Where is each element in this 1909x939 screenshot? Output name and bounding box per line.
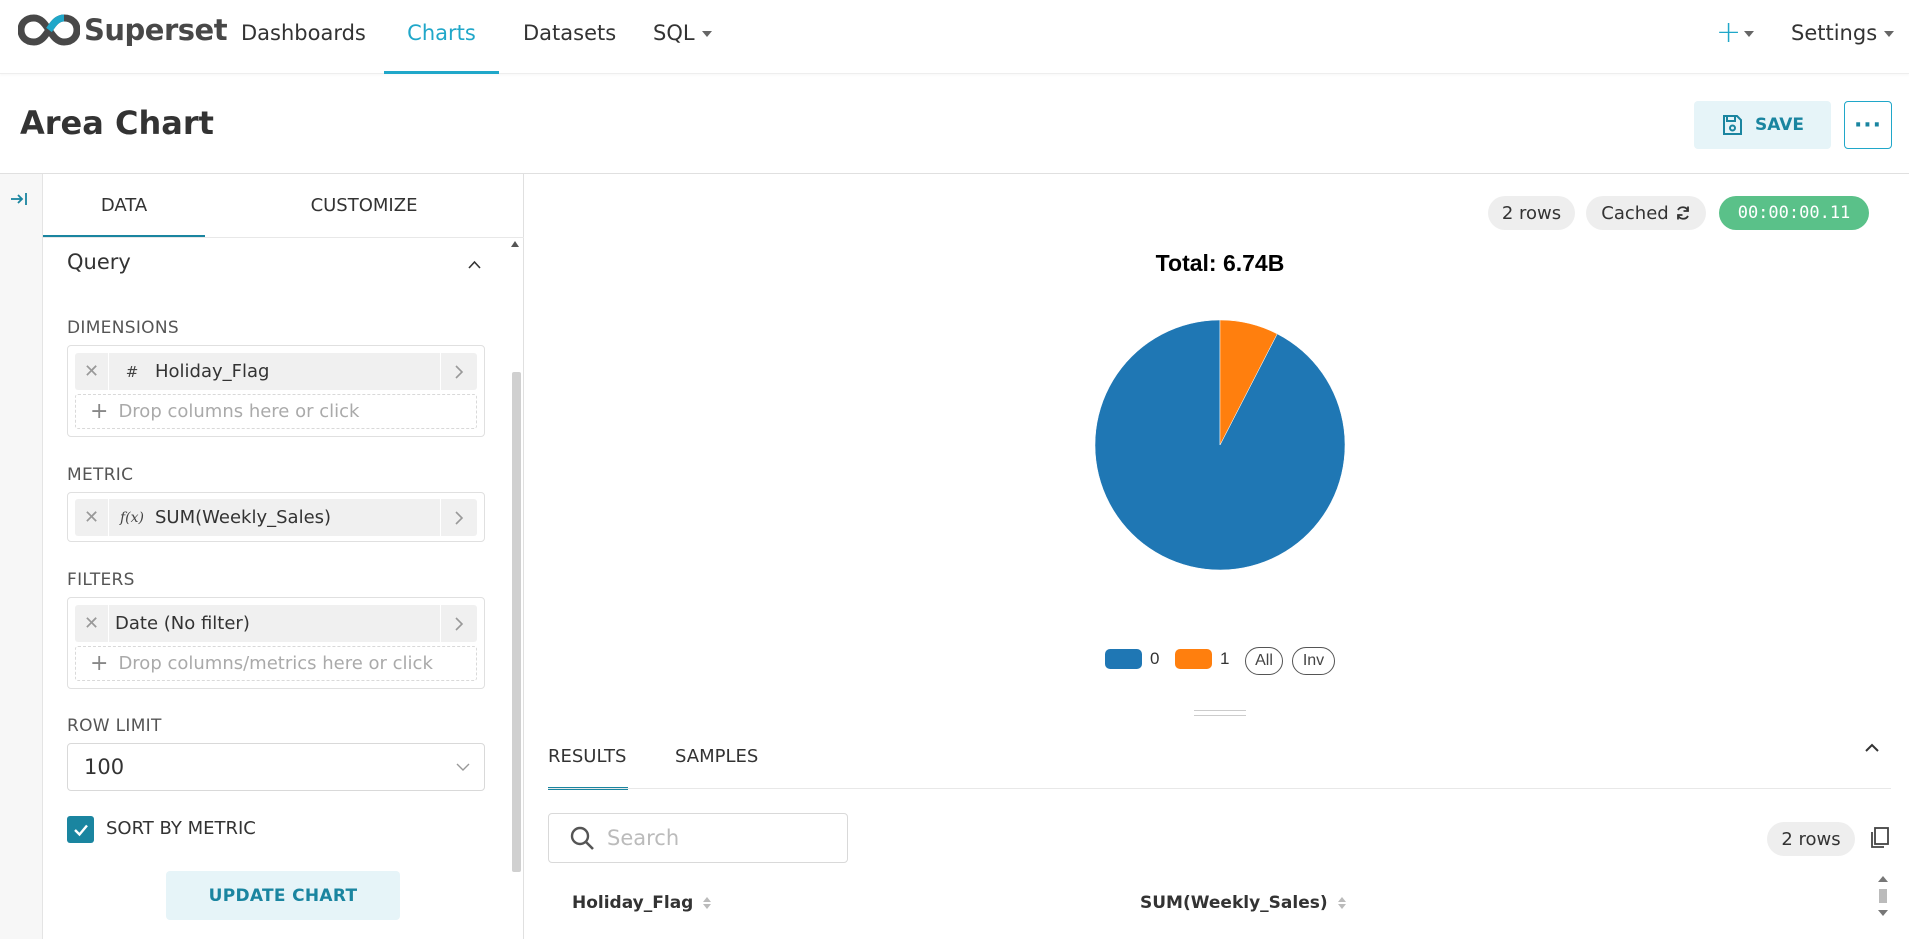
sort-icon [703, 897, 712, 909]
settings-label: Settings [1791, 21, 1878, 45]
plus-icon: + [1716, 15, 1742, 50]
filters-well: ✕ Date (No filter) + Drop columns/metric… [67, 597, 485, 689]
metric-label: METRIC [67, 465, 134, 485]
plus-icon: + [90, 650, 109, 676]
dimension-pill[interactable]: ✕ # Holiday_Flag [75, 353, 477, 390]
save-button[interactable]: SAVE [1694, 101, 1831, 149]
filters-drop-zone[interactable]: + Drop columns/metrics here or click [75, 646, 477, 681]
tabs-divider [43, 237, 524, 238]
row-limit-label: ROW LIMIT [67, 716, 162, 736]
column-header-holiday-flag[interactable]: Holiday_Flag [572, 893, 712, 913]
query-timer: 00:00:00.11 [1719, 196, 1869, 230]
tab-samples[interactable]: SAMPLES [675, 740, 758, 790]
nav-datasets[interactable]: Datasets [523, 0, 616, 74]
nav-sql-label: SQL [653, 21, 695, 45]
tab-data[interactable]: DATA [43, 174, 205, 238]
caret-down-icon [1744, 31, 1754, 37]
caret-down-icon [1884, 31, 1895, 37]
dimensions-drop-zone[interactable]: + Drop columns here or click [75, 394, 477, 429]
row-count-badge: 2 rows [1488, 196, 1575, 230]
legend-label-0: 0 [1150, 649, 1160, 668]
dimensions-well: ✕ # Holiday_Flag + Drop columns here or … [67, 345, 485, 437]
dimensions-placeholder: Drop columns here or click [118, 401, 360, 422]
chevron-down-icon [456, 763, 470, 771]
update-chart-button[interactable]: UPDATE CHART [166, 871, 400, 920]
plus-icon: + [90, 398, 109, 424]
chevron-right-icon[interactable] [440, 353, 477, 390]
superset-logo[interactable]: Superset [18, 12, 228, 48]
chevron-right-icon[interactable] [440, 499, 477, 536]
legend-label-1: 1 [1220, 649, 1230, 668]
metric-pill[interactable]: ✕ f(x) SUM(Weekly_Sales) [75, 499, 477, 536]
column-header-sum-weekly-sales[interactable]: SUM(Weekly_Sales) [1140, 893, 1346, 913]
legend-item-0[interactable]: 0 [1105, 647, 1159, 671]
results-tabs-divider [548, 788, 1891, 789]
panel-scrollbar-thumb[interactable] [512, 372, 521, 872]
results-search-box[interactable] [548, 813, 848, 863]
filters-placeholder: Drop columns/metrics here or click [118, 653, 433, 674]
top-navigation: Superset Dashboards Charts Datasets SQL … [0, 0, 1909, 74]
tab-customize[interactable]: CUSTOMIZE [205, 174, 523, 238]
new-menu-button[interactable]: + [1712, 0, 1758, 66]
table-scrollbar[interactable] [1877, 876, 1889, 916]
checkmark-icon [73, 824, 88, 836]
legend-all-button[interactable]: All [1245, 647, 1283, 675]
column-header-label: Holiday_Flag [572, 893, 694, 913]
results-resize-handle[interactable] [1194, 710, 1246, 716]
remove-icon[interactable]: ✕ [75, 605, 109, 642]
metric-well: ✕ f(x) SUM(Weekly_Sales) [67, 492, 485, 542]
more-options-button[interactable]: ··· [1844, 101, 1892, 149]
dimensions-label: DIMENSIONS [67, 318, 179, 338]
legend-item-1[interactable]: 1 [1175, 647, 1229, 671]
row-limit-select[interactable]: 100 [67, 743, 485, 791]
refresh-icon [1676, 206, 1689, 220]
cached-label: Cached [1601, 202, 1669, 224]
chart-total-title: Total: 6.74B [1155, 250, 1285, 276]
scroll-up-arrow-icon[interactable] [511, 241, 519, 247]
collapse-results-icon[interactable] [1864, 740, 1880, 756]
filter-pill[interactable]: ✕ Date (No filter) [75, 605, 477, 642]
function-type-icon: f(x) [119, 509, 144, 526]
pie-chart[interactable] [1090, 315, 1350, 575]
metric-pill-label: SUM(Weekly_Sales) [155, 507, 332, 528]
collapse-panel-icon[interactable] [8, 188, 30, 210]
nav-dashboards[interactable]: Dashboards [241, 0, 366, 74]
section-query-title[interactable]: Query [67, 250, 131, 274]
search-icon [570, 826, 594, 850]
save-label: SAVE [1754, 115, 1805, 135]
nav-charts[interactable]: Charts [384, 0, 499, 74]
results-row-count-badge: 2 rows [1767, 822, 1855, 856]
tab-results[interactable]: RESULTS [548, 740, 628, 790]
sort-by-metric-checkbox[interactable] [67, 816, 94, 843]
chevron-up-icon[interactable] [468, 258, 481, 271]
filter-pill-label: Date (No filter) [115, 613, 250, 634]
copy-icon[interactable] [1869, 826, 1891, 850]
save-icon [1722, 115, 1742, 135]
remove-icon[interactable]: ✕ [75, 499, 109, 536]
caret-down-icon [701, 31, 712, 37]
chevron-right-icon[interactable] [440, 605, 477, 642]
results-search-input[interactable] [607, 826, 827, 850]
brand-name: Superset [84, 13, 228, 47]
nav-sql[interactable]: SQL [653, 0, 712, 74]
cached-badge[interactable]: Cached [1586, 196, 1706, 230]
column-header-label: SUM(Weekly_Sales) [1140, 893, 1328, 913]
superset-logo-icon [18, 14, 80, 46]
more-icon: ··· [1853, 112, 1883, 138]
row-limit-value: 100 [84, 755, 125, 779]
chart-title-heading[interactable]: Area Chart [20, 104, 214, 142]
dimension-label: Holiday_Flag [155, 361, 270, 382]
numeric-type-icon: # [125, 362, 139, 381]
panel-collapse-strip [0, 174, 43, 939]
filters-label: FILTERS [67, 570, 135, 590]
settings-menu[interactable]: Settings [1791, 0, 1895, 74]
legend-swatch-1 [1175, 649, 1212, 669]
sort-by-metric-label[interactable]: SORT BY METRIC [106, 818, 256, 839]
legend-invert-button[interactable]: Inv [1292, 647, 1335, 675]
remove-icon[interactable]: ✕ [75, 353, 109, 390]
legend-swatch-0 [1105, 649, 1142, 669]
sort-icon [1337, 897, 1346, 909]
